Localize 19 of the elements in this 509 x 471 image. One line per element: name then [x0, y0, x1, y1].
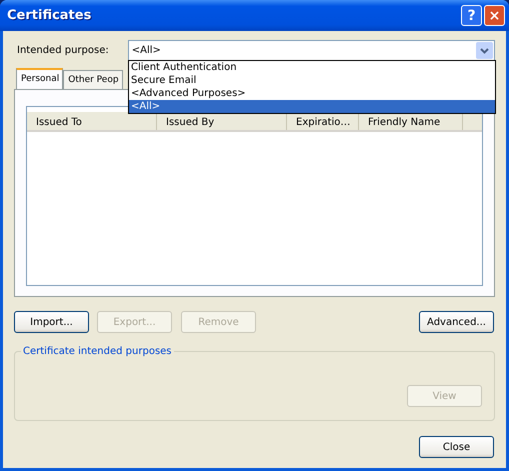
- tab[interactable]: Other Peop: [63, 70, 123, 89]
- action-button[interactable]: Import...: [14, 311, 89, 333]
- tab[interactable]: Personal: [16, 68, 64, 89]
- close-button[interactable]: ×: [484, 5, 505, 26]
- column-header[interactable]: Expiratio…: [287, 112, 359, 130]
- help-button[interactable]: ?: [461, 5, 482, 26]
- group-title: Certificate intended purposes: [21, 344, 174, 359]
- dropdown-option[interactable]: Secure Email: [129, 74, 495, 87]
- column-header[interactable]: Friendly Name: [359, 112, 463, 130]
- dropdown-option[interactable]: <All>: [129, 100, 495, 113]
- field-label: Intended purpose:: [16, 44, 110, 58]
- dropdown-option[interactable]: Client Authentication: [129, 61, 495, 74]
- close-dialog-button[interactable]: Close: [419, 436, 494, 458]
- advanced-button[interactable]: Advanced...: [419, 311, 494, 333]
- purpose-dropdown[interactable]: <All>: [128, 40, 495, 61]
- window-title: Certificates: [7, 6, 92, 25]
- column-header[interactable]: Issued To: [27, 112, 157, 130]
- column-header[interactable]: Issued By: [157, 112, 287, 130]
- dropdown-option[interactable]: <Advanced Purposes>: [129, 87, 495, 100]
